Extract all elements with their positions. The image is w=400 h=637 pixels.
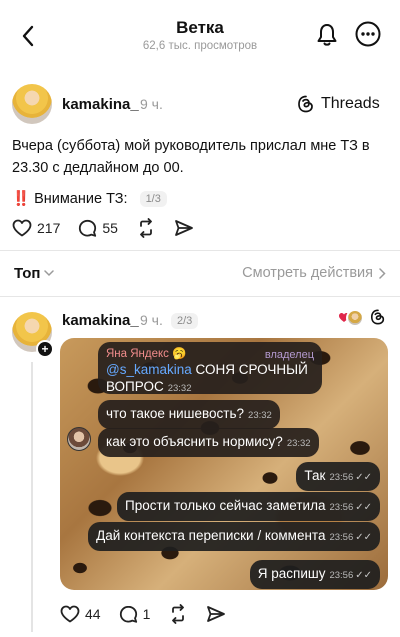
thread-connector-line [31,362,33,632]
chat-time: 23:56 [329,502,354,513]
avatar[interactable] [12,84,52,124]
like-button[interactable]: 44 [60,605,101,623]
chat-message-text: Дай контекста переписки / коммента [96,528,326,543]
chevron-down-icon [44,270,55,277]
chat-message: Яна Яндекс 🥱 владелец @s_kamakina СОНЯ С… [98,342,322,394]
chat-time: 23:32 [167,383,192,394]
repost-button[interactable] [168,604,188,624]
send-icon [175,220,193,236]
more-icon [355,21,381,47]
attention-label: Внимание ТЗ: [34,190,128,207]
double-check-icon: ✓✓ [355,472,372,483]
sort-dropdown[interactable]: Топ [14,265,55,282]
repost-icon [140,218,152,238]
heart-icon [60,605,80,623]
double-exclamation-icon: ‼️ [12,191,30,207]
chat-time: 23:32 [248,410,272,421]
chat-message: Так 23:56 ✓✓ [296,462,380,491]
comment-count: 55 [102,220,118,236]
views-count: 62,6 тыс. просмотров [142,40,258,52]
double-check-icon: ✓✓ [355,570,372,581]
pager-badge: 1/3 [139,190,167,207]
threads-logo-icon[interactable] [370,309,386,325]
emoji-icon: 🥱 [172,348,187,360]
post-time: 9 ч. [140,96,163,112]
reply-time: 9 ч. [140,312,163,328]
divider [0,250,400,251]
post-text: Вчера (суббота) мой руководитель прислал… [12,138,370,176]
chat-sender-avatar [67,427,91,451]
comment-button[interactable]: 55 [78,219,118,238]
chat-message: Дай контекста переписки / коммента 23:56 ✓… [88,522,380,551]
comment-count: 1 [142,606,151,622]
chat-message: как это объяснить нормису? 23:32 [98,428,319,457]
chat-message: Прости только сейчас заметила 23:56 ✓✓ [117,492,380,521]
double-check-icon: ✓✓ [355,502,372,513]
chat-message-text: что такое нишевость? [106,406,245,421]
chat-time: 23:32 [286,438,311,449]
sort-label: Топ [14,265,41,282]
chat-time: 23:56 [329,532,354,543]
chat-message: Я распишу 23:56 ✓✓ [249,560,380,589]
follow-plus-icon[interactable]: + [36,340,54,358]
send-icon [207,606,226,622]
double-check-icon: ✓✓ [355,532,372,543]
chat-mention: @s_kamakina [106,362,192,377]
repost-button[interactable] [136,218,156,238]
chat-message-text: как это объяснить нормису? [106,434,283,449]
comment-button[interactable]: 1 [119,605,151,624]
bell-icon [317,24,337,46]
like-count: 217 [37,220,61,236]
chat-message: что такое нишевость? 23:32 [98,400,280,429]
chat-time: 23:56 [329,472,354,483]
notifications-button[interactable] [314,22,340,48]
post-actions: 217 55 [12,218,212,238]
chevron-right-icon [379,267,386,279]
pager-badge: 2/3 [171,313,199,329]
top-bar: Ветка 62,6 тыс. просмотров [0,0,400,66]
chat-time: 23:56 [329,570,354,581]
threads-link[interactable]: Threads [297,95,380,113]
threads-label: Threads [321,95,380,112]
chat-message-text: Прости только сейчас заметила [125,498,326,513]
repost-icon [172,604,185,624]
post-username[interactable]: kamakina_ [62,96,139,113]
like-count: 44 [85,606,101,622]
owner-role-label: владелец [264,349,314,361]
chat-message-text: Я распишу [257,566,326,581]
liked-by-avatar [346,309,364,327]
like-button[interactable]: 217 [12,219,60,237]
chat-screenshot-image[interactable]: Яна Яндекс 🥱 владелец @s_kamakina СОНЯ С… [60,338,388,590]
view-actions-link[interactable]: Смотреть действия [242,265,386,281]
page-title: Ветка [176,18,224,37]
reply-actions: 44 1 [60,604,244,624]
share-button[interactable] [174,219,194,237]
comment-icon [119,605,137,623]
share-button[interactable] [206,605,226,623]
divider [0,296,400,297]
reply-username[interactable]: kamakina_ [62,312,139,329]
heart-icon [12,219,32,237]
threads-logo-icon [298,95,313,113]
more-options-button[interactable] [354,20,382,48]
comment-icon [79,219,97,237]
attention-line: ‼️ Внимание ТЗ: 1/3 [12,190,167,207]
view-actions-label: Смотреть действия [242,265,373,281]
chat-message-text: Так [304,468,326,483]
